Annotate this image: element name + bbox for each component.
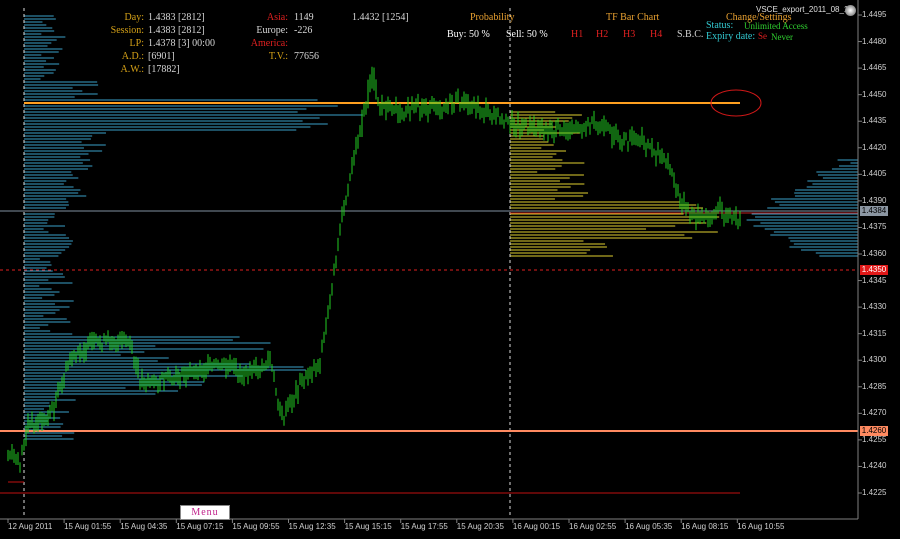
red-level-box: 1.4350 [860,265,888,275]
europe-value: -226 [294,25,313,36]
aw-label: A.W.: [120,64,144,75]
lp-label: LP: [129,38,144,49]
expiry-label: Expiry date: [706,31,756,42]
tf-sbc[interactable]: S.B.C. [677,29,703,41]
time-tick-label: 15 Aug 07:15 [176,522,224,531]
price-tick-label: 1.4255 [862,434,887,444]
europe-label: Europe: [256,25,288,36]
price-tick-label: 1.4315 [862,328,887,338]
time-tick-label: 16 Aug 02:55 [569,522,617,531]
price-tick-label: 1.4450 [862,89,887,99]
price-tick-label: 1.4285 [862,381,887,391]
price-tick-label: 1.4435 [862,116,887,126]
day-value: 1.4383 [2812] [148,12,205,23]
tf-h4[interactable]: H4 [650,29,662,41]
time-tick-label: 15 Aug 09:55 [232,522,280,531]
time-tick-label: 16 Aug 08:15 [681,522,729,531]
price-tick-label: 1.4480 [862,36,887,46]
time-tick-label: 15 Aug 20:35 [456,522,504,531]
lp-value: 1.4378 [3] 00:00 [148,38,215,49]
day-label: Day: [124,12,144,23]
tf-bar-chart-title[interactable]: TF Bar Chart [606,12,659,24]
probability-sell: Sell: 50 % [506,29,548,40]
export-file-label: VSCE_export_2011_08_16 [756,5,853,14]
time-tick-label: 16 Aug 00:15 [512,522,561,531]
time-tick-label: 16 Aug 10:55 [737,522,785,531]
price-tick-label: 1.4345 [862,275,887,285]
session-value: 1.4383 [2812] [148,25,205,36]
menu-button[interactable]: Menu [180,505,230,520]
time-tick-label: 16 Aug 05:35 [625,522,673,531]
price-tick-label: 1.4225 [862,488,887,497]
aw-value: [17882] [148,64,180,75]
price-tick-label: 1.4300 [862,355,887,365]
tf-h2[interactable]: H2 [596,29,608,41]
tf-h3[interactable]: H3 [623,29,635,41]
ad-label: A.D.: [121,51,144,62]
price-tick-label: 1.4375 [862,222,887,232]
price-tick-label: 1.4390 [862,195,887,205]
tv-label: T.V.: [268,51,288,62]
price-tick-label: 1.4465 [862,63,887,73]
price-tick-label: 1.4360 [862,249,887,258]
probability-title[interactable]: Probability [470,12,514,24]
price-tick-label: 1.4420 [862,142,887,152]
expiry-value: Never [771,32,793,42]
session-extra-value: 1.4432 [1254] [352,12,409,23]
price-tick-label: 1.4405 [862,169,887,179]
probability-buy: Buy: 50 % [447,29,490,40]
price-tick-label: 1.4330 [862,302,887,312]
time-tick-label: 12 Aug 2011 [8,522,53,531]
settings-overlap-text: Se [758,31,767,41]
orange-level-box: 1.4260 [860,426,888,436]
ad-value: [6901] [148,51,175,62]
america-label: America: [250,38,288,49]
tf-h1[interactable]: H1 [571,29,583,41]
time-tick-label: 15 Aug 17:55 [400,522,448,531]
price-tick-label: 1.4495 [862,10,887,19]
time-tick-label: 15 Aug 04:35 [120,522,168,531]
time-tick-label: 15 Aug 15:15 [344,522,392,531]
session-label: Session: [110,25,144,36]
time-tick-label: 15 Aug 01:55 [64,522,112,531]
time-tick-label: 15 Aug 12:35 [288,522,336,531]
current-price-box: 1.4384 [860,206,888,216]
price-chart[interactable] [0,0,900,539]
asia-value: 1149 [294,12,314,23]
camera-icon[interactable] [845,5,856,16]
tv-value: 77656 [294,51,319,62]
price-tick-label: 1.4240 [862,461,887,471]
price-tick-label: 1.4270 [862,408,887,418]
asia-label: Asia: [266,12,288,23]
